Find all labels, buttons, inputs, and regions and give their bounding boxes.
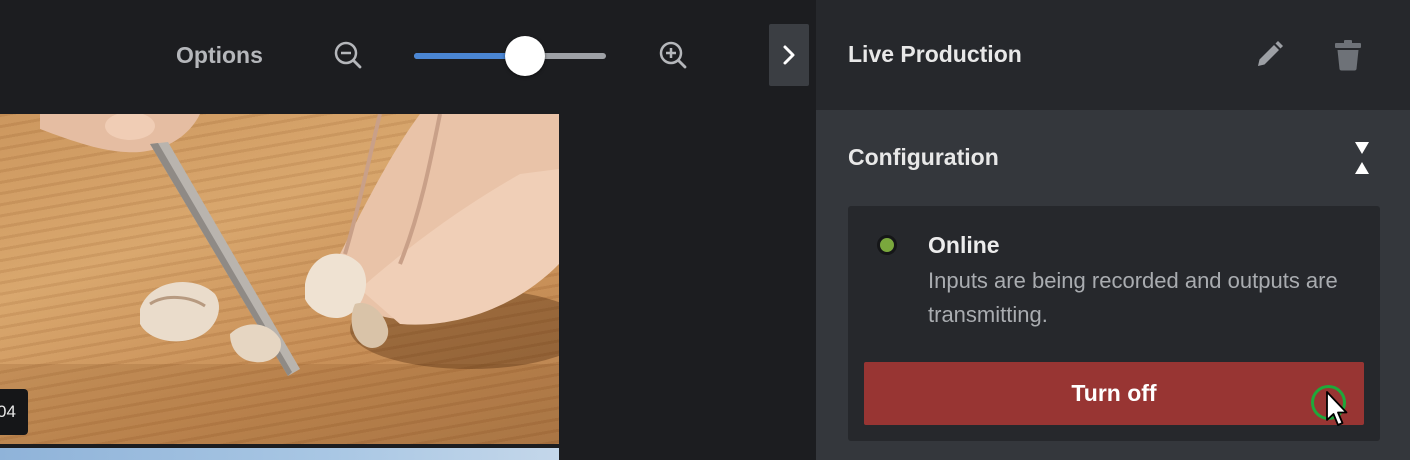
video-preview-secondary[interactable]: [0, 448, 559, 460]
chevron-right-icon: [783, 45, 795, 65]
timecode-badge: 04: [0, 389, 28, 435]
online-status-dot: [877, 235, 897, 255]
zoom-slider-thumb[interactable]: [505, 36, 546, 76]
options-label[interactable]: Options: [176, 42, 263, 69]
video-preview[interactable]: [0, 114, 559, 444]
cursor-icon: [1326, 391, 1348, 426]
turn-off-button[interactable]: Turn off: [864, 362, 1364, 425]
panel-header: Live Production: [816, 0, 1410, 110]
status-card: Online Inputs are being recorded and out…: [848, 206, 1380, 441]
timecode-text: 04: [0, 402, 16, 421]
zoom-slider[interactable]: [414, 36, 606, 76]
pencil-icon[interactable]: [1254, 40, 1284, 70]
zoom-out-icon[interactable]: [333, 40, 363, 70]
zoom-in-icon[interactable]: [658, 40, 688, 70]
panel-title: Live Production: [848, 41, 1022, 67]
trash-icon[interactable]: [1334, 39, 1362, 71]
status-title: Online: [928, 232, 1000, 258]
collapse-expand-icon[interactable]: [1352, 142, 1372, 174]
configuration-section-title[interactable]: Configuration: [848, 144, 999, 171]
toolbar: Options: [0, 0, 816, 110]
collapse-panel-button[interactable]: [769, 24, 809, 86]
video-frame-image: [0, 114, 559, 444]
status-description: Inputs are being recorded and outputs ar…: [928, 268, 1338, 327]
